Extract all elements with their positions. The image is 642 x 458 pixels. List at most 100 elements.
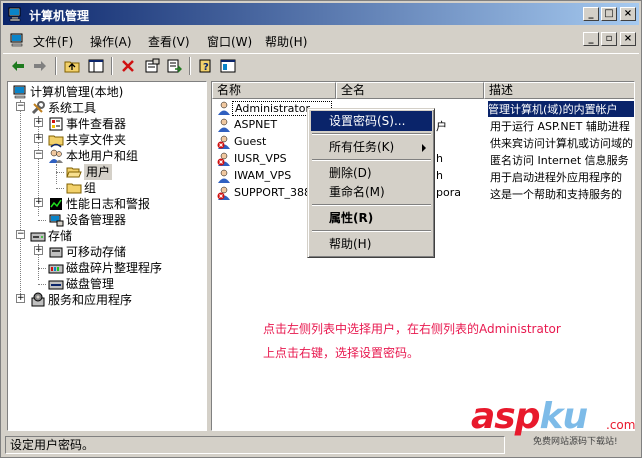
- child-minimize-button[interactable]: _: [583, 32, 599, 46]
- menu-action[interactable]: 操作(A): [90, 33, 132, 50]
- cell-fullname: porа: [436, 186, 461, 199]
- child-close-button[interactable]: ×: [620, 32, 636, 46]
- tree-line: [56, 172, 64, 173]
- back-arrow-icon: [12, 61, 24, 71]
- performance-icon: [50, 198, 62, 210]
- properties-button[interactable]: [141, 56, 163, 76]
- collapse-toggle[interactable]: −: [16, 102, 25, 111]
- disk-management-icon: [48, 280, 64, 290]
- menu-separator: [312, 204, 431, 206]
- collapse-toggle[interactable]: −: [16, 230, 25, 239]
- tree-label: 可移动存储: [66, 245, 127, 259]
- cell-description: 用于运行 ASP.NET 辅助进程: [490, 120, 630, 133]
- context-menu-properties[interactable]: 属性(R): [311, 208, 432, 228]
- tree-line: [20, 100, 21, 296]
- context-menu-set-password[interactable]: 设置密码(S)...: [311, 111, 432, 131]
- cell-description: 用于启动进程外应用程序的: [490, 171, 622, 184]
- annotation-line-1: 点击左侧列表中选择用户，在右侧列表的Administrator: [263, 322, 561, 336]
- services-icon: [31, 292, 45, 307]
- defrag-icon: [48, 264, 64, 274]
- shared-folder-icon: [48, 135, 64, 148]
- child-restore-button[interactable]: ▫: [601, 32, 617, 46]
- menu-view[interactable]: 查看(V): [148, 33, 190, 50]
- cell-fullname: h: [436, 152, 443, 165]
- disabled-user-icon: [217, 135, 230, 149]
- svg-text:?: ?: [203, 62, 209, 73]
- cell-fullname: h: [436, 169, 443, 182]
- delete-icon: [122, 60, 134, 72]
- tree-label: 组: [84, 181, 97, 195]
- device-manager-icon: [49, 214, 64, 227]
- console-tree-icon: [220, 59, 236, 73]
- show-hide-tree-button[interactable]: [85, 56, 107, 76]
- tree-line: [56, 164, 57, 184]
- context-menu-delete[interactable]: 删除(D): [311, 163, 432, 183]
- tree-label: 性能日志和警报: [66, 197, 151, 211]
- tree-label: 服务和应用程序: [48, 293, 133, 307]
- expand-toggle[interactable]: +: [34, 246, 43, 255]
- system-tools-icon: [31, 101, 45, 115]
- instruction-annotation: 点击左侧列表中选择用户，在右侧列表的Administrator 上点击右键，选择…: [263, 317, 623, 365]
- forward-button[interactable]: [29, 56, 51, 76]
- toolbar-separator: [55, 57, 57, 75]
- forward-arrow-icon: [34, 61, 46, 71]
- tree-label: 设备管理器: [66, 213, 127, 227]
- menu-help[interactable]: 帮助(H): [265, 33, 307, 50]
- cell-description: 这是一个帮助和支持服务的: [490, 188, 622, 201]
- context-menu-rename[interactable]: 重命名(M): [311, 182, 432, 202]
- up-one-level-button[interactable]: [61, 56, 83, 76]
- tree-label: 磁盘碎片整理程序: [66, 261, 163, 275]
- close-button[interactable]: ×: [620, 7, 636, 21]
- expand-toggle[interactable]: +: [16, 294, 25, 303]
- export-list-icon: [167, 59, 182, 73]
- console-tree-button[interactable]: [217, 56, 239, 76]
- up-folder-icon: [64, 61, 80, 73]
- tree-label: 共享文件夹: [66, 133, 127, 147]
- menu-window[interactable]: 窗口(W): [207, 33, 252, 50]
- storage-icon: [30, 232, 46, 242]
- watermark-domain: .com: [606, 418, 636, 432]
- tree-line: [38, 220, 46, 221]
- system-menu-icon[interactable]: [9, 32, 25, 48]
- collapse-toggle[interactable]: −: [34, 150, 43, 159]
- removable-storage-icon: [49, 247, 63, 258]
- submenu-arrow-icon: [422, 144, 426, 152]
- column-header-fullname[interactable]: 全名: [336, 82, 484, 99]
- menu-bar: 文件(F) 操作(A) 查看(V) 窗口(W) 帮助(H) _ ▫ ×: [3, 29, 639, 51]
- tree-label: 计算机管理(本地): [30, 85, 124, 99]
- context-menu-all-tasks[interactable]: 所有任务(K): [311, 137, 432, 157]
- delete-button[interactable]: [117, 56, 139, 76]
- menu-file[interactable]: 文件(F): [33, 33, 73, 50]
- disabled-user-icon: [217, 186, 230, 200]
- status-bar: 设定用户密码。: [3, 435, 639, 455]
- event-viewer-icon: [49, 117, 63, 131]
- expand-toggle[interactable]: +: [34, 134, 43, 143]
- menu-separator: [312, 133, 431, 135]
- expand-toggle[interactable]: +: [34, 198, 43, 207]
- annotation-line-2: 上点击右键，选择设置密码。: [263, 346, 420, 360]
- tree-line: [38, 268, 46, 269]
- tree-line: [56, 188, 64, 189]
- user-icon: [218, 101, 230, 115]
- title-bar[interactable]: 计算机管理 _ □ ×: [3, 3, 639, 25]
- back-button[interactable]: [7, 56, 29, 76]
- tree-label: 用户: [84, 164, 113, 180]
- open-folder-icon: [66, 167, 82, 178]
- console-tree-pane[interactable]: 计算机管理(本地) − 系统工具 + 事件查看器 + 共享文件夹 − 本地用户和…: [7, 81, 207, 431]
- folder-icon: [66, 183, 82, 194]
- computer-management-window: 计算机管理 _ □ × 文件(F) 操作(A) 查看(V) 窗口(W) 帮助(H…: [0, 0, 642, 458]
- minimize-button[interactable]: _: [583, 7, 599, 21]
- user-icon: [218, 118, 230, 132]
- help-button[interactable]: ?: [195, 56, 217, 76]
- disabled-user-icon: [217, 152, 230, 166]
- show-tree-icon: [88, 59, 104, 73]
- tree-label: 本地用户和组: [66, 149, 139, 163]
- column-header-name[interactable]: 名称: [212, 82, 336, 99]
- maximize-button[interactable]: □: [601, 7, 617, 21]
- users-group-icon: [49, 149, 63, 163]
- export-list-button[interactable]: [163, 56, 185, 76]
- column-header-description[interactable]: 描述: [484, 82, 634, 99]
- context-menu-help[interactable]: 帮助(H): [311, 234, 432, 254]
- expand-toggle[interactable]: +: [34, 118, 43, 127]
- properties-icon: [145, 58, 160, 73]
